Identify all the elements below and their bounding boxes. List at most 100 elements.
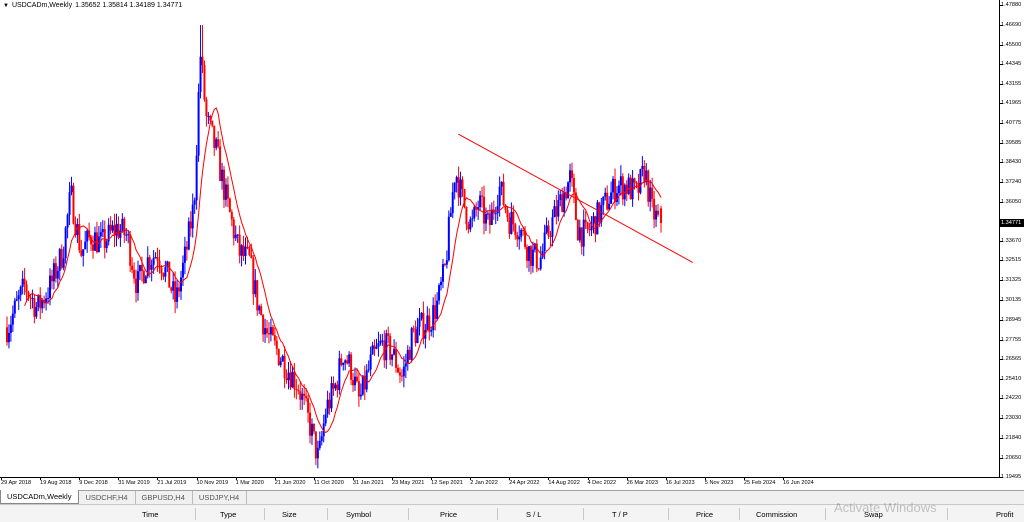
- price-scale[interactable]: 1.47880 1.46690 1.45500 1.44345 1.43155 1.419…: [999, 0, 1024, 480]
- candle-body: [232, 219, 235, 239]
- candle-body: [377, 343, 380, 347]
- candle-body: [483, 196, 486, 224]
- terminal-column-header[interactable]: Price: [440, 510, 457, 519]
- chart-area[interactable]: ▼ USDCADm,Weekly 1.35652 1.35814 1.34189…: [0, 0, 1000, 478]
- time-tick-label: 2 Jan 2022: [470, 477, 498, 486]
- price-chart[interactable]: [0, 0, 1000, 478]
- column-divider[interactable]: [407, 508, 409, 520]
- candle-body: [334, 384, 337, 389]
- candle-body: [260, 306, 263, 316]
- candle-body: [379, 340, 382, 344]
- terminal-column-header[interactable]: Symbol: [346, 510, 371, 519]
- candle-body: [381, 340, 384, 342]
- candle-body: [440, 281, 443, 286]
- terminal-column-header[interactable]: Commission: [756, 510, 797, 519]
- candle-body: [572, 178, 575, 193]
- column-divider[interactable]: [194, 508, 196, 520]
- candle-body: [443, 264, 446, 266]
- candle-body: [179, 277, 182, 292]
- terminal-column-header[interactable]: T / P: [612, 510, 628, 519]
- candle-body: [318, 440, 321, 448]
- candle-body: [473, 207, 476, 219]
- candle-body: [633, 178, 636, 183]
- column-divider[interactable]: [264, 508, 266, 520]
- candle-body: [340, 358, 343, 365]
- column-divider[interactable]: [946, 508, 948, 520]
- terminal-column-header[interactable]: Type: [220, 510, 236, 519]
- candle-body: [262, 315, 265, 335]
- candle-body: [479, 195, 482, 208]
- candle-body: [236, 234, 239, 236]
- terminal-column-header[interactable]: Size: [282, 510, 297, 519]
- column-divider[interactable]: [739, 508, 740, 520]
- candle-body: [295, 389, 298, 391]
- candle-body: [397, 367, 399, 373]
- terminal-column-header[interactable]: Profit: [996, 510, 1014, 519]
- candle-body: [328, 399, 331, 409]
- candle-body: [193, 200, 196, 205]
- chart-tab[interactable]: USDCHF,H4: [79, 491, 136, 504]
- candle-body: [549, 235, 552, 237]
- candle-body: [539, 257, 542, 269]
- candle-body: [217, 139, 220, 147]
- candle-body: [99, 232, 102, 237]
- column-divider[interactable]: [497, 508, 499, 520]
- candle-body: [82, 249, 85, 256]
- candle-body: [455, 177, 458, 183]
- time-tick-label: 21 Jun 2020: [274, 477, 306, 486]
- time-tick-label: 31 Jan 2021: [352, 477, 384, 486]
- candle-body: [580, 227, 583, 247]
- candle-body: [602, 196, 605, 206]
- candle-body: [271, 327, 274, 336]
- trendline: [458, 133, 693, 263]
- candle-body: [254, 280, 257, 295]
- candle-body: [649, 187, 652, 202]
- candle-body: [514, 224, 517, 236]
- column-divider[interactable]: [668, 508, 670, 520]
- price-tick-label: 1.46690: [999, 21, 1022, 28]
- candle-body: [148, 257, 151, 270]
- time-tick-label: 29 Apr 2018: [1, 477, 32, 486]
- candle-body: [414, 329, 417, 344]
- time-scale[interactable]: 29 Apr 2018 19 Aug 2018 9 Dec 2018 31 Mar 2…: [0, 477, 1000, 490]
- candle-body: [506, 209, 509, 218]
- candle-body: [127, 234, 130, 236]
- terminal-column-header[interactable]: S / L: [526, 510, 541, 519]
- price-tick-label: 1.25410: [999, 375, 1022, 382]
- column-divider[interactable]: [825, 508, 827, 520]
- candle-body: [647, 170, 650, 202]
- candle-body: [420, 312, 423, 319]
- candle-body: [512, 211, 515, 225]
- candle-body: [547, 225, 550, 236]
- candle-body: [248, 247, 251, 255]
- candle-body: [502, 181, 505, 205]
- candle-body: [13, 300, 16, 314]
- candle-body: [563, 192, 566, 213]
- chart-tab[interactable]: USDJPY,H4: [193, 491, 248, 504]
- terminal-column-header[interactable]: Price: [696, 510, 713, 519]
- candle-body: [191, 204, 194, 229]
- time-tick-label: 19 Aug 2018: [40, 477, 72, 486]
- column-divider[interactable]: [327, 508, 329, 520]
- column-divider[interactable]: [583, 508, 585, 520]
- candle-body: [529, 246, 532, 266]
- candle-body: [324, 414, 327, 424]
- chart-tab[interactable]: GBPUSD,H4: [136, 491, 193, 504]
- candle-body: [142, 271, 145, 284]
- chart-symbol-title: USDCADm,Weekly: [11, 2, 73, 9]
- candle-body: [275, 340, 278, 350]
- candle-body: [504, 204, 507, 210]
- candle-body: [635, 182, 638, 184]
- candle-body: [584, 219, 587, 223]
- chart-tab[interactable]: USDCADm,Weekly: [0, 490, 80, 504]
- terminal-column-header[interactable]: Time: [142, 510, 158, 519]
- price-tick-label: 1.38430: [999, 159, 1022, 166]
- candle-body: [309, 412, 312, 436]
- time-tick-label: 23 May 2021: [392, 477, 425, 486]
- candle-body: [416, 326, 419, 344]
- candle-body: [545, 225, 548, 233]
- chart-menu-icon[interactable]: ▼: [3, 3, 9, 9]
- candle-body: [291, 371, 294, 388]
- candle-body: [17, 295, 20, 300]
- price-tick-label: 1.47880: [999, 2, 1022, 8]
